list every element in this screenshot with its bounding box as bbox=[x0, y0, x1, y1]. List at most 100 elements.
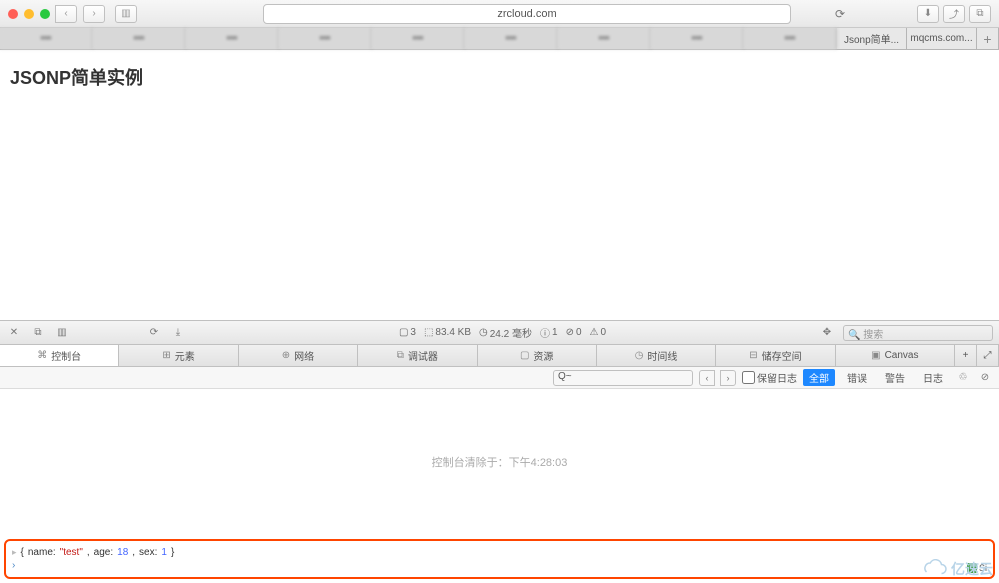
console-log-line: ▸ { name: "test", age: 18, sex: 1 } bbox=[12, 547, 987, 558]
reload-icon[interactable]: ⟳ bbox=[831, 5, 849, 23]
resources-icon: ▢ bbox=[520, 350, 529, 361]
console-filter-bar: Q~ ‹ › 保留日志 全部 错误 警告 日志 ♲ ⊘ bbox=[0, 367, 999, 389]
object-brace: } bbox=[171, 547, 174, 558]
tab-resources[interactable]: ▢ 资源 bbox=[478, 345, 597, 366]
back-button[interactable]: ‹ bbox=[55, 5, 77, 23]
tab-timeline[interactable]: ◷时间线 bbox=[597, 345, 716, 366]
browser-tab-active[interactable]: Jsonp简单... bbox=[837, 28, 907, 49]
new-tab-button[interactable]: + bbox=[977, 28, 999, 49]
url-text: zrcloud.com bbox=[497, 8, 556, 20]
browser-tab[interactable]: ▪▪▪ bbox=[186, 28, 279, 49]
tab-network[interactable]: ⊕ 网络 bbox=[239, 345, 358, 366]
tab-storage[interactable]: ⊟ 储存空间 bbox=[716, 345, 835, 366]
tab-console[interactable]: ⌘ 控制台 bbox=[0, 345, 119, 366]
page-content: JSONP简单实例 bbox=[0, 50, 999, 104]
filter-prev-button[interactable]: ‹ bbox=[699, 370, 715, 386]
tab-label: 储存空间 bbox=[762, 348, 802, 363]
tab-label: 调试器 bbox=[408, 348, 438, 363]
toolbar-right: ⬇ ⤴ ⧉ bbox=[917, 5, 991, 23]
tab-label: 时间线 bbox=[647, 348, 677, 363]
filter-warn[interactable]: 警告 bbox=[879, 369, 911, 386]
share-button[interactable]: ⤴ bbox=[943, 5, 965, 23]
zoom-window-icon[interactable] bbox=[40, 9, 50, 19]
debugger-icon: ⧉ bbox=[397, 350, 404, 361]
close-devtools-button[interactable]: ✕ bbox=[6, 325, 22, 341]
keep-log-checkbox[interactable]: 保留日志 bbox=[742, 370, 797, 385]
canvas-icon: ▣ bbox=[871, 350, 880, 361]
tab-canvas[interactable]: ▣ Canvas bbox=[836, 345, 955, 366]
devtools-toolbar: ✕ ⧉ ▥ ⟳ ⤓ ▢ 3 ⬚ 83.4 KB ◷ 24.2 毫秒 ⓘ 1 ⊘ … bbox=[0, 321, 999, 345]
download-icon[interactable]: ⤓ bbox=[170, 325, 186, 341]
object-key: age: bbox=[94, 547, 113, 558]
sidebar-button[interactable]: ▥ bbox=[115, 5, 137, 23]
info-count: ⓘ 1 bbox=[540, 325, 558, 340]
browser-tab[interactable]: ▪▪▪ bbox=[279, 28, 372, 49]
prompt-icon: › bbox=[12, 560, 15, 571]
downloads-button[interactable]: ⬇ bbox=[917, 5, 939, 23]
clear-icon[interactable]: ⊘ bbox=[977, 370, 993, 386]
time-stat: ◷ 24.2 毫秒 bbox=[479, 325, 532, 340]
console-cleared-message: 控制台清除于：下午4:28:03 bbox=[0, 389, 999, 535]
recycle-icon[interactable]: ♲ bbox=[955, 370, 971, 386]
browser-tab[interactable]: ▪▪▪ bbox=[744, 28, 837, 49]
tab-label: 控制台 bbox=[51, 348, 81, 363]
network-icon: ⊕ bbox=[282, 350, 290, 361]
browser-tab[interactable]: ▪▪▪ bbox=[465, 28, 558, 49]
browser-tab[interactable]: ▪▪▪ bbox=[93, 28, 186, 49]
filter-log[interactable]: 日志 bbox=[917, 369, 949, 386]
expand-button[interactable]: ⤢ bbox=[977, 345, 999, 366]
tab-label: 网络 bbox=[294, 348, 314, 363]
tabs-button[interactable]: ⧉ bbox=[969, 5, 991, 23]
tab-debugger[interactable]: ⧉ 调试器 bbox=[358, 345, 477, 366]
forward-button[interactable]: › bbox=[83, 5, 105, 23]
tab-label: 资源 bbox=[533, 348, 553, 363]
console-body: 控制台清除于：下午4:28:03 ▸ { name: "test", age: … bbox=[0, 389, 999, 583]
docs-count: ▢ 3 bbox=[399, 327, 416, 338]
size-stat: ⬚ 83.4 KB bbox=[424, 327, 471, 338]
filter-all[interactable]: 全部 bbox=[803, 369, 835, 386]
plus-icon: + bbox=[983, 31, 991, 47]
address-bar[interactable]: zrcloud.com ⟳ bbox=[263, 4, 791, 24]
browser-tab[interactable]: mqcms.com... bbox=[907, 28, 977, 49]
browser-tab[interactable]: ▪▪▪ bbox=[651, 28, 744, 49]
disclosure-icon[interactable]: ▸ bbox=[12, 547, 17, 558]
filter-next-button[interactable]: › bbox=[720, 370, 736, 386]
error-count: ⚠ 0 bbox=[590, 327, 607, 338]
tab-label: mqcms.com... bbox=[910, 33, 972, 44]
dock-button[interactable]: ⧉ bbox=[30, 325, 46, 341]
timeline-icon: ◷ bbox=[635, 350, 644, 361]
add-tab-button[interactable]: + bbox=[955, 345, 977, 366]
devtools-search-input[interactable]: 🔍 搜索 bbox=[843, 325, 993, 341]
console-output-highlight: ▸ { name: "test", age: 18, sex: 1 } › Si bbox=[4, 539, 995, 579]
tab-label: Canvas bbox=[885, 350, 919, 361]
object-value: 18 bbox=[117, 547, 128, 558]
reload-icon[interactable]: ⟳ bbox=[146, 325, 162, 341]
elements-icon: ⊞ bbox=[162, 350, 170, 361]
minimize-window-icon[interactable] bbox=[24, 9, 34, 19]
inspect-icon[interactable]: ✥ bbox=[819, 325, 835, 341]
console-filter-input[interactable]: Q~ bbox=[553, 370, 693, 386]
window-controls bbox=[8, 9, 50, 19]
browser-tab[interactable]: ▪▪▪ bbox=[372, 28, 465, 49]
tab-elements[interactable]: ⊞ 元素 bbox=[119, 345, 238, 366]
console-prompt[interactable]: › bbox=[12, 560, 987, 571]
object-key: name: bbox=[28, 547, 56, 558]
console-icon: ⌘ bbox=[37, 350, 47, 361]
watermark: 亿速云 bbox=[919, 559, 993, 579]
cloud-icon bbox=[919, 559, 949, 579]
tab-bar: ▪▪▪ ▪▪▪ ▪▪▪ ▪▪▪ ▪▪▪ ▪▪▪ ▪▪▪ ▪▪▪ ▪▪▪ Json… bbox=[0, 28, 999, 50]
browser-tab[interactable]: ▪▪▪ bbox=[0, 28, 93, 49]
object-brace: { bbox=[21, 547, 24, 558]
warn-count: ⊘ 0 bbox=[566, 327, 582, 338]
page-heading: JSONP简单实例 bbox=[10, 64, 989, 90]
object-value: 1 bbox=[161, 547, 167, 558]
tab-label: 元素 bbox=[175, 348, 195, 363]
browser-tab[interactable]: ▪▪▪ bbox=[558, 28, 651, 49]
object-key: sex: bbox=[139, 547, 157, 558]
storage-icon: ⊟ bbox=[749, 350, 757, 361]
close-window-icon[interactable] bbox=[8, 9, 18, 19]
browser-toolbar: ‹ › ▥ zrcloud.com ⟳ ⬇ ⤴ ⧉ bbox=[0, 0, 999, 28]
split-button[interactable]: ▥ bbox=[54, 325, 70, 341]
filter-error[interactable]: 错误 bbox=[841, 369, 873, 386]
devtools-tabs: ⌘ 控制台 ⊞ 元素 ⊕ 网络 ⧉ 调试器 ▢ 资源 ◷时间线 ⊟ 储存空间 ▣ Canvas… bbox=[0, 345, 999, 367]
